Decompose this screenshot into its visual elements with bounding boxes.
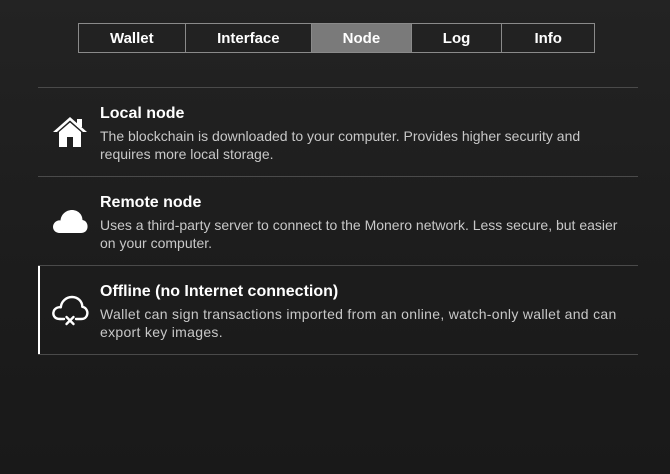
option-description: Wallet can sign transactions imported fr… [100, 306, 617, 340]
tab-wallet[interactable]: Wallet [79, 24, 186, 52]
option-title: Offline (no Internet connection) [100, 283, 339, 300]
offline-option[interactable]: Offline (no Internet connection) Wallet … [38, 266, 638, 354]
remote-node-option[interactable]: Remote node Uses a third-party server to… [38, 177, 638, 265]
option-title: Remote node [100, 194, 202, 211]
settings-tab-bar: Wallet Interface Node Log Info [78, 23, 595, 53]
home-icon [50, 114, 90, 150]
tab-log[interactable]: Log [412, 24, 503, 52]
divider [38, 354, 638, 355]
cloud-icon [50, 203, 90, 239]
node-options-list: Local node The blockchain is downloaded … [38, 87, 638, 355]
tab-interface[interactable]: Interface [186, 24, 313, 52]
tab-node[interactable]: Node [312, 24, 412, 52]
option-description: Uses a third-party server to connect to … [100, 217, 618, 251]
option-title: Local node [100, 105, 185, 122]
local-node-option[interactable]: Local node The blockchain is downloaded … [38, 88, 638, 176]
tab-info[interactable]: Info [502, 24, 594, 52]
cloud-offline-icon [50, 292, 90, 328]
option-description: The blockchain is downloaded to your com… [100, 128, 581, 162]
